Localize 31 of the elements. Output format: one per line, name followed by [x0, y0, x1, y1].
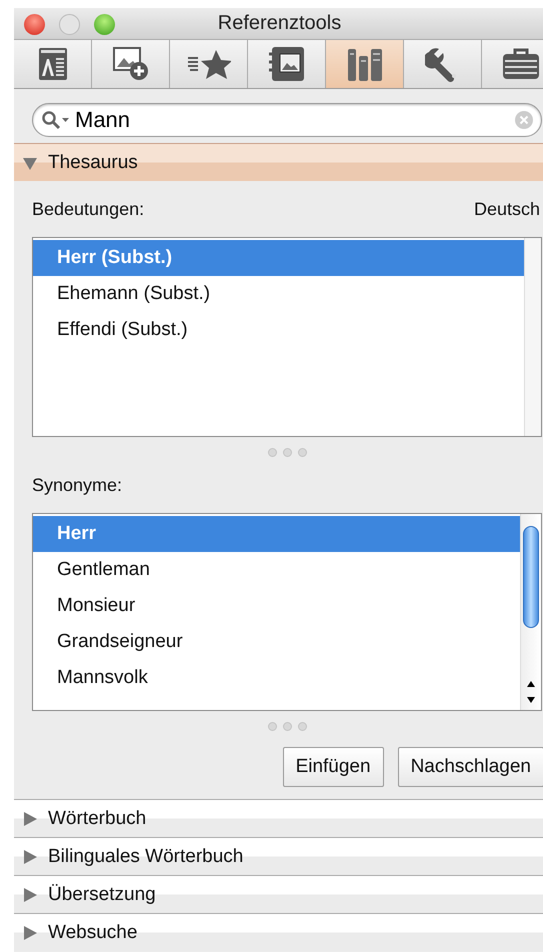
close-window-button[interactable]	[24, 14, 45, 35]
triangle-right-icon	[22, 810, 38, 826]
triangle-right-icon	[22, 886, 38, 902]
list-item[interactable]: Monsieur	[33, 588, 520, 624]
section-header[interactable]: Thesaurus	[14, 143, 543, 181]
scroll-up-arrow-icon[interactable]	[526, 680, 536, 688]
push-button[interactable]: Einfügen	[282, 747, 384, 787]
list-item[interactable]: Effendi (Subst.)	[33, 312, 524, 348]
search-field[interactable]: Mann	[32, 103, 542, 137]
text-document-icon	[38, 47, 68, 81]
list-item[interactable]: Herr	[33, 516, 520, 552]
briefcase-icon	[502, 48, 540, 80]
triangle-right-icon	[22, 848, 38, 864]
list-item[interactable]: Mannsvolk	[33, 660, 520, 696]
meanings-label: Bedeutungen:	[32, 198, 144, 220]
list-item[interactable]: Gentleman	[33, 552, 520, 588]
list-star-icon	[186, 48, 230, 80]
synonyms-label: Synonyme:	[32, 474, 122, 496]
scrollbar[interactable]	[520, 514, 541, 710]
scroll-down-arrow-icon[interactable]	[526, 696, 536, 704]
triangle-right-icon	[22, 924, 38, 940]
list-item[interactable]: Grandseigneur	[33, 624, 520, 660]
image-add-icon	[112, 47, 148, 81]
language-label: Deutsch	[474, 198, 540, 220]
push-button[interactable]: Nachschlagen	[398, 747, 543, 787]
window-title: Referenztools	[218, 12, 342, 35]
search-icon	[41, 110, 71, 130]
list-item[interactable]: Ehemann (Subst.)	[33, 276, 524, 312]
books-icon	[346, 46, 382, 82]
photo-album-icon	[268, 46, 306, 82]
list-item[interactable]: Herr (Subst.)	[33, 240, 524, 276]
